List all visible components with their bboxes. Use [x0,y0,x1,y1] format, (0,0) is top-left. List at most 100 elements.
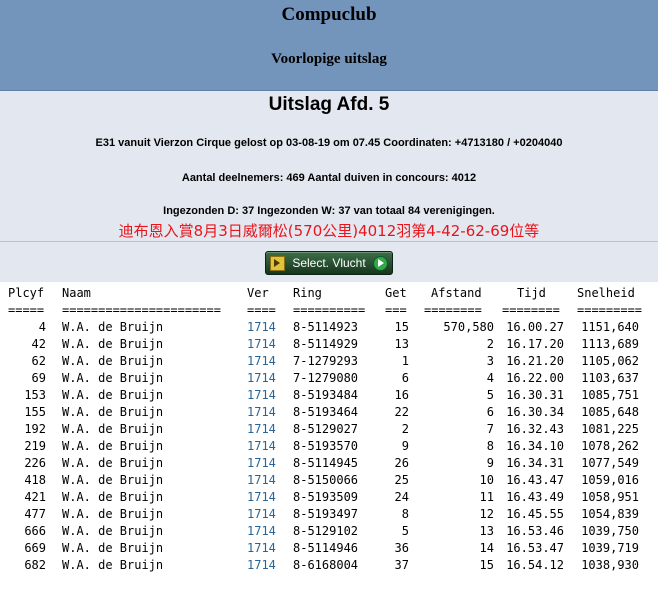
cell-snelheid: 1151,640 [581,320,639,334]
cell-snelheid: 1077,549 [581,456,639,470]
cell-tijd: 16.43.47 [506,473,564,487]
cell-snelheid: 1054,839 [581,507,639,521]
col-plcyf: Plcyf [8,286,45,300]
cell-naam: W.A. de Bruijn [62,371,164,385]
select-flight-label: Select. Vlucht [292,256,366,270]
cell-ver[interactable]: 1714 [247,507,287,521]
cell-afstand: 13 [479,524,494,538]
cell-tijd: 16.30.34 [506,405,564,419]
cell-get: 1 [401,354,409,368]
cell-ver[interactable]: 1714 [247,456,287,470]
cell-snelheid: 1085,751 [581,388,639,402]
cell-afstand: 5 [486,388,494,402]
cell-ver[interactable]: 1714 [247,320,287,334]
cell-ver[interactable]: 1714 [247,354,287,368]
cell-ring: 8-5193464 [293,405,359,419]
cell-get: 13 [394,337,409,351]
table-row: 69 W.A. de Bruijn 1714 7-1279080 6 4 16.22.00 1… [0,371,658,388]
cell-naam: W.A. de Bruijn [62,439,164,453]
cell-get: 25 [394,473,409,487]
cell-naam: W.A. de Bruijn [62,354,164,368]
cell-get: 9 [401,439,409,453]
col-ver: Ver [247,286,269,300]
cell-afstand: 6 [486,405,494,419]
submitted-line: Ingezonden D: 37 Ingezonden W: 37 van to… [163,205,495,217]
table-row: 153 W.A. de Bruijn 1714 8-5193484 16 5 16.30.3… [0,388,658,405]
cell-ver[interactable]: 1714 [247,524,287,538]
results-table: Plcyf Naam Ver Ring Get Afstand Tijd Sne… [0,282,658,593]
col-afstand: Afstand [431,286,482,300]
cell-naam: W.A. de Bruijn [62,558,164,572]
cell-plcyf: 69 [31,371,46,385]
cell-get: 36 [394,541,409,555]
club-title: Compuclub [281,4,377,25]
cell-ver[interactable]: 1714 [247,337,287,351]
table-row: 477 W.A. de Bruijn 1714 8-5193497 8 12 16.45.5… [0,507,658,524]
cell-plcyf: 682 [24,558,46,572]
cell-ring: 8-5114945 [293,456,359,470]
flight-icon [270,256,285,271]
col-ring: Ring [293,286,322,300]
cell-plcyf: 62 [31,354,46,368]
select-flight-button[interactable]: Select. Vlucht [265,251,393,275]
sep-plcyf: ===== [8,303,45,317]
cell-ring: 8-5193484 [293,388,359,402]
cell-tijd: 16.17.20 [506,337,564,351]
cell-ring: 7-1279080 [293,371,359,385]
cell-tijd: 16.00.27 [506,320,564,334]
cell-tijd: 16.43.49 [506,490,564,504]
result-heading: Uitslag Afd. 5 [268,94,390,115]
cell-get: 22 [394,405,409,419]
col-snelheid: Snelheid [577,286,635,300]
table-row: 418 W.A. de Bruijn 1714 8-5150066 25 10 16.43.… [0,473,658,490]
cell-ver[interactable]: 1714 [247,473,287,487]
cell-ver[interactable]: 1714 [247,371,287,385]
cell-snelheid: 1039,719 [581,541,639,555]
cell-afstand: 11 [479,490,494,504]
cell-plcyf: 418 [24,473,46,487]
cell-snelheid: 1105,062 [581,354,639,368]
cell-get: 6 [401,371,409,385]
sep-ver: ==== [247,303,276,317]
cell-afstand: 7 [486,422,494,436]
cell-naam: W.A. de Bruijn [62,524,164,538]
col-get: Get [385,286,407,300]
cell-naam: W.A. de Bruijn [62,507,164,521]
table-header-row: Plcyf Naam Ver Ring Get Afstand Tijd Sne… [0,286,658,303]
sep-snelheid: ========= [577,303,643,317]
cell-naam: W.A. de Bruijn [62,490,164,504]
release-line: E31 vanuit Vierzon Cirque gelost op 03-0… [95,137,563,149]
cell-ring: 8-5129102 [293,524,359,538]
cell-ver[interactable]: 1714 [247,490,287,504]
chinese-note: 迪布恩入賞8月3日威爾松(570公里)4012羽第4-42-62-69位等 [118,222,540,240]
cell-ver[interactable]: 1714 [247,422,287,436]
cell-tijd: 16.53.46 [506,524,564,538]
cell-ver[interactable]: 1714 [247,439,287,453]
cell-ver[interactable]: 1714 [247,541,287,555]
cell-naam: W.A. de Bruijn [62,320,164,334]
cell-afstand: 3 [486,354,494,368]
cell-plcyf: 669 [24,541,46,555]
cell-plcyf: 192 [24,422,46,436]
cell-get: 37 [394,558,409,572]
table-row: 4 W.A. de Bruijn 1714 8-5114923 15 570,580 16.… [0,320,658,337]
cell-plcyf: 219 [24,439,46,453]
cell-plcyf: 226 [24,456,46,470]
cell-get: 8 [401,507,409,521]
cell-plcyf: 155 [24,405,46,419]
cell-tijd: 16.54.12 [506,558,564,572]
cell-ver[interactable]: 1714 [247,405,287,419]
participants-line: Aantal deelnemers: 469 Aantal duiven in … [181,172,477,184]
cell-snelheid: 1058,951 [581,490,639,504]
cell-afstand: 2 [486,337,494,351]
cell-ring: 8-5114929 [293,337,359,351]
table-row: 219 W.A. de Bruijn 1714 8-5193570 9 8 16.34.10… [0,439,658,456]
cell-ring: 8-5150066 [293,473,359,487]
table-row: 666 W.A. de Bruijn 1714 8-5129102 5 13 16.53.4… [0,524,658,541]
cell-ver[interactable]: 1714 [247,558,287,572]
cell-afstand: 9 [486,456,494,470]
cell-naam: W.A. de Bruijn [62,473,164,487]
cell-plcyf: 477 [24,507,46,521]
cell-afstand: 15 [479,558,494,572]
cell-ver[interactable]: 1714 [247,388,287,402]
